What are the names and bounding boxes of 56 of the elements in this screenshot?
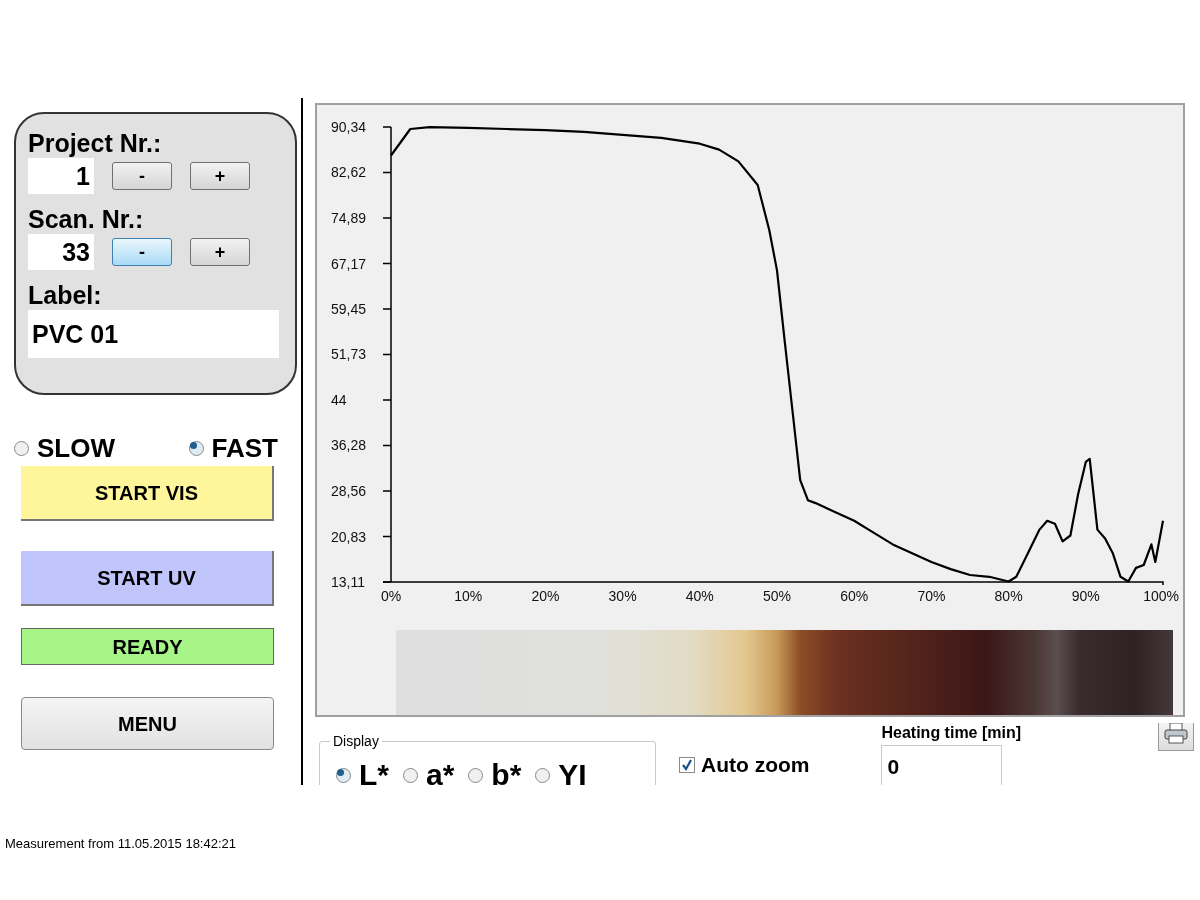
radio-label: SLOW <box>37 431 115 465</box>
y-tick-label: 59,45 <box>331 301 367 317</box>
radio-label: FAST <box>211 431 278 465</box>
status-indicator: READY <box>21 628 274 665</box>
x-tick-label: 50% <box>763 588 791 604</box>
radio-button[interactable] <box>188 440 204 456</box>
radio-label: a* <box>426 758 455 785</box>
radio-label: b* <box>491 758 522 785</box>
stepper-button[interactable]: - <box>112 162 172 190</box>
field-label: Scan. Nr.: <box>28 204 145 234</box>
start-button[interactable]: START UV <box>21 551 274 606</box>
y-tick-label: 13,11 <box>331 574 365 590</box>
field-label: Label: <box>28 280 103 310</box>
radio-label: YI <box>558 758 587 785</box>
y-tick-label: 67,17 <box>331 255 367 272</box>
y-tick-label: 44 <box>331 392 347 408</box>
x-tick-label: 80% <box>994 588 1023 604</box>
radio-button[interactable] <box>468 767 484 783</box>
stepper-button[interactable]: + <box>190 162 250 190</box>
x-tick-label: 10% <box>454 588 483 604</box>
radio-label: L* <box>359 758 389 785</box>
y-tick-label: 74,89 <box>331 210 367 226</box>
y-tick-label: 28,56 <box>331 483 367 499</box>
stepper-button[interactable]: - <box>112 238 172 266</box>
heating-time-field[interactable]: 0 <box>881 745 1003 785</box>
group-title: Display <box>330 732 382 750</box>
x-tick-label: 60% <box>840 588 869 604</box>
radio-button[interactable] <box>336 767 351 783</box>
x-tick-label: 90% <box>1071 588 1100 604</box>
stepper-button[interactable]: + <box>190 238 250 266</box>
number-field[interactable]: 33 <box>28 234 94 270</box>
x-tick-label: 20% <box>531 588 560 604</box>
menu-button[interactable]: MENU <box>21 697 274 750</box>
x-tick-label: 40% <box>685 588 714 604</box>
printer-icon <box>1163 723 1190 745</box>
x-tick-label: 30% <box>608 588 637 604</box>
x-tick-label: 70% <box>917 588 946 604</box>
x-tick-label: 0% <box>380 588 402 604</box>
y-tick-label: 20,83 <box>331 528 367 545</box>
y-tick-label: 36,28 <box>331 437 367 454</box>
checkbox[interactable] <box>679 756 695 773</box>
radio-button[interactable] <box>403 767 418 783</box>
y-tick-label: 51,73 <box>331 346 367 363</box>
x-tick-label: 100% <box>1143 588 1179 604</box>
y-tick-label: 82,62 <box>331 164 367 181</box>
field-label: Heating time [min] <box>881 723 1022 743</box>
radio-button[interactable] <box>535 767 551 783</box>
start-button[interactable]: START VIS <box>21 466 274 521</box>
field-label: Project Nr.: <box>28 128 163 158</box>
label-field[interactable]: PVC 01 <box>28 310 279 358</box>
checkbox-label: Auto zoom <box>701 752 810 778</box>
number-field[interactable]: 1 <box>28 158 94 194</box>
print-button[interactable] <box>1158 723 1195 751</box>
measurement-info: Measurement from 11.05.2015 18:42:21 <box>5 836 237 851</box>
y-tick-label: 90,34 <box>331 119 367 135</box>
radio-button[interactable] <box>14 440 29 456</box>
